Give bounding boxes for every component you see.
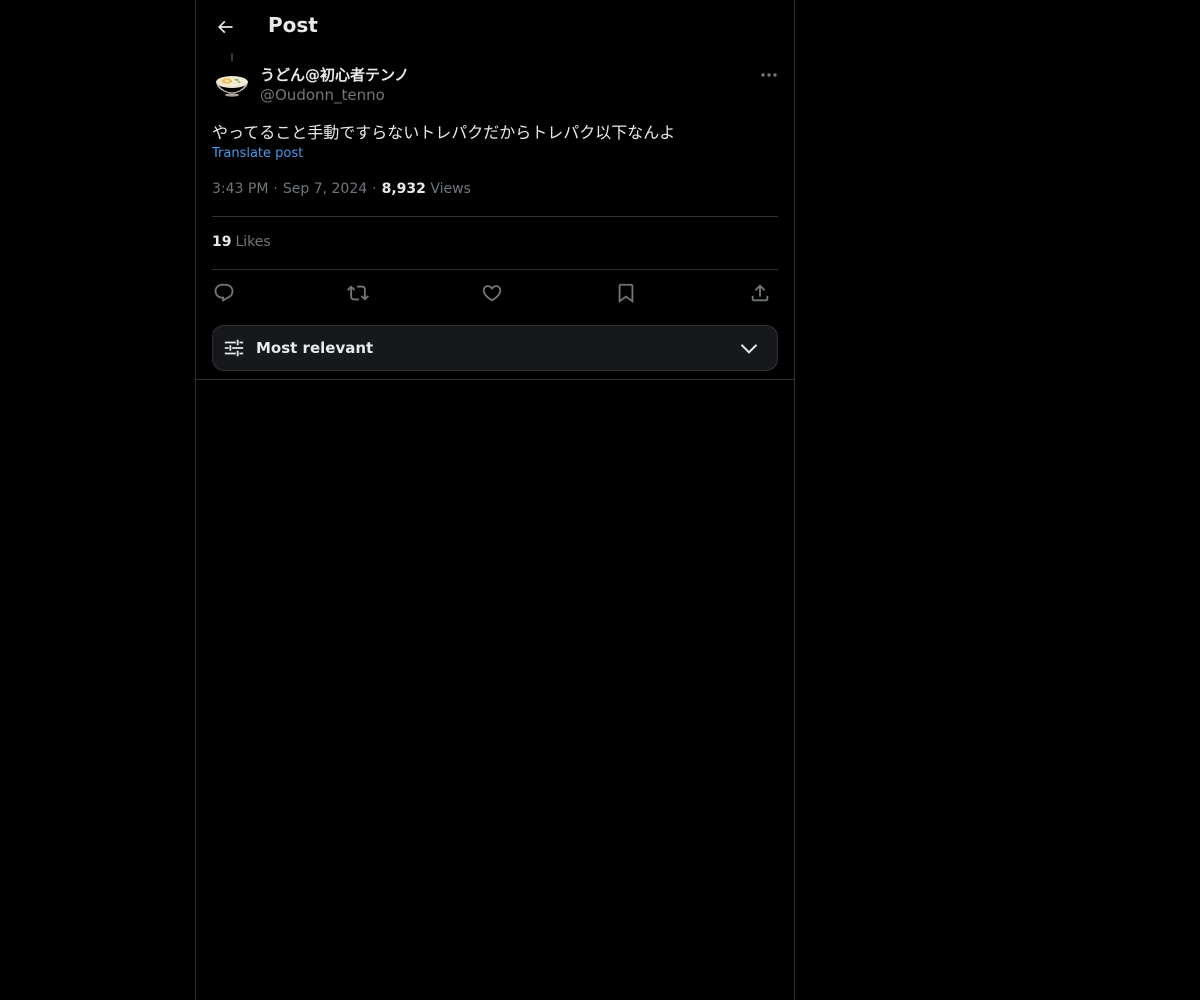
more-options-button[interactable] — [752, 64, 786, 86]
reply-sort-dropdown[interactable]: Most relevant — [212, 325, 778, 371]
views-label: Views — [430, 181, 471, 197]
likes-summary[interactable]: 19 Likes — [212, 234, 271, 250]
sliders-icon — [224, 339, 244, 357]
arrow-left-icon — [217, 20, 233, 34]
post-date[interactable]: Sep 7, 2024 — [283, 181, 367, 197]
sort-label: Most relevant — [256, 339, 374, 357]
section-divider — [196, 379, 794, 380]
udon-bowl-icon — [216, 76, 248, 97]
separator-dot: · — [273, 181, 278, 197]
separator-dot: · — [372, 181, 377, 197]
post-meta: 3:43 PM · Sep 7, 2024 · 8,932 Views — [212, 181, 471, 197]
divider — [212, 269, 778, 270]
views-count: 8,932 — [381, 181, 426, 197]
likes-label: Likes — [235, 234, 271, 250]
repost-button[interactable] — [346, 281, 370, 305]
author-handle[interactable]: @Oudonn_tenno — [260, 86, 385, 104]
bookmark-icon — [618, 283, 634, 304]
likes-count: 19 — [212, 234, 232, 250]
reply-icon — [214, 283, 234, 302]
reply-button[interactable] — [212, 281, 236, 305]
header: Post — [196, 0, 794, 54]
chevron-down-icon — [740, 344, 758, 354]
divider — [212, 216, 778, 217]
share-icon — [751, 284, 769, 302]
translate-post-link[interactable]: Translate post — [212, 146, 303, 161]
like-button[interactable] — [480, 281, 504, 305]
avatar[interactable] — [212, 64, 252, 104]
page-title: Post — [268, 13, 318, 37]
bookmark-button[interactable] — [614, 281, 638, 305]
more-horizontal-icon — [761, 73, 777, 77]
action-bar — [212, 281, 778, 305]
post-text: やってること手動ですらないトレパクだからトレパク以下なんよ — [212, 123, 676, 142]
thread-connector-line — [231, 53, 233, 61]
repost-icon — [347, 285, 369, 301]
post-time[interactable]: 3:43 PM — [212, 181, 268, 197]
share-button[interactable] — [748, 281, 772, 305]
back-button[interactable] — [208, 10, 242, 44]
author-display-name[interactable]: うどん@初心者テンノ — [260, 64, 409, 85]
post-detail-column: Post うどん@初心者テンノ @Oudonn_tenno やってること手動です… — [195, 0, 795, 1000]
like-icon — [482, 285, 502, 302]
